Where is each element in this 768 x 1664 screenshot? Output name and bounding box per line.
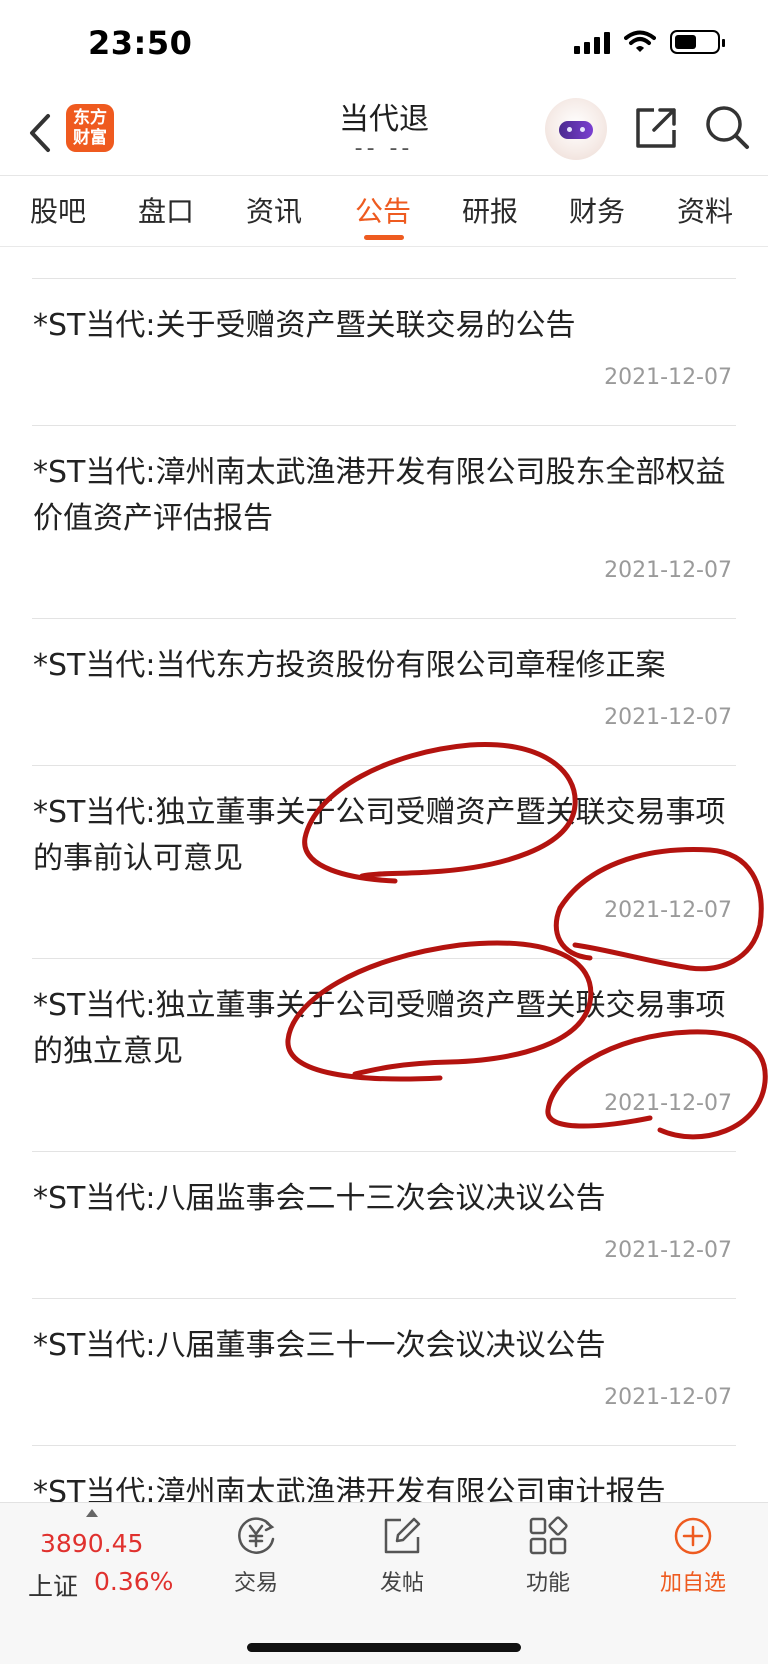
announcement-item[interactable]: *ST当代:独立董事关于公司受赠资产暨关联交易事项的独立意见 2021-12-0… [0,959,768,1151]
announcement-title: *ST当代:独立董事关于公司受赠资产暨关联交易事项的独立意见 [33,988,726,1069]
wifi-icon [624,30,656,52]
tab-guba[interactable]: 股吧 [30,190,86,230]
stock-title-block: 当代退 -- -- [234,90,534,161]
announcement-date: 2021-12-07 [604,365,732,390]
announcement-title: *ST当代:八届董事会三十一次会议决议公告 [33,1328,606,1363]
announcement-date: 2021-12-07 [604,705,732,730]
logo-text-line1: 东方 [73,108,107,128]
announcement-item[interactable]: *ST当代:漳州南太武渔港开发有限公司股东全部权益价值资产评估报告 2021-1… [0,426,768,618]
tab-finance[interactable]: 财务 [569,190,625,230]
announcement-date: 2021-12-07 [604,558,732,583]
expand-up-icon[interactable] [86,1509,98,1517]
tab-bar: 股吧 盘口 资讯 公告 研报 财务 资料 [0,176,768,247]
trade-label: 交易 [233,1571,278,1596]
functions-label: 功能 [525,1571,570,1596]
status-time: 23:50 [88,24,193,62]
announcement-title: *ST当代:八届监事会二十三次会议决议公告 [33,1181,606,1216]
tab-research[interactable]: 研报 [462,190,518,230]
active-tab-indicator [364,235,404,240]
ai-robot-avatar-icon[interactable] [545,98,607,160]
announcement-title: *ST当代:漳州南太武渔港开发有限公司股东全部权益价值资产评估报告 [33,455,726,536]
announcement-date: 2021-12-07 [604,1091,732,1116]
partial-item-date: 2021-12-07 [604,246,732,249]
tab-profile[interactable]: 资料 [677,190,733,230]
functions-button[interactable]: 功能 [498,1513,598,1597]
battery-icon [670,30,725,54]
search-icon[interactable] [702,102,752,152]
share-icon[interactable] [632,104,680,152]
status-icons [574,30,725,54]
bottom-toolbar: 3890.45 上证 0.36% 交易 发帖 功能 加自选 [0,1502,768,1664]
index-value: 3890.45 [40,1529,144,1558]
tab-pankou[interactable]: 盘口 [138,190,194,230]
home-indicator [247,1643,521,1652]
status-bar: 23:50 [0,0,768,90]
announcement-item[interactable]: *ST当代:独立董事关于公司受赠资产暨关联交易事项的事前认可意见 2021-12… [0,766,768,958]
logo-text-line2: 财富 [73,128,107,148]
announcement-title: *ST当代:当代东方投资股份有限公司章程修正案 [33,648,666,683]
add-watchlist-button[interactable]: 加自选 [643,1513,743,1597]
announcement-date: 2021-12-07 [604,1385,732,1410]
announcement-item[interactable]: *ST当代:关于受赠资产暨关联交易的公告 2021-12-07 [0,279,768,425]
app-logo[interactable]: 东方 财富 [66,104,114,152]
announcement-item[interactable]: *ST当代:八届董事会三十一次会议决议公告 2021-12-07 [0,1299,768,1445]
page-title: 当代退 [339,102,429,137]
post-button[interactable]: 发帖 [352,1513,452,1597]
cellular-signal-icon [574,30,610,54]
edit-post-icon [384,1517,421,1554]
tab-announcements[interactable]: 公告 [355,190,411,230]
announcement-item[interactable]: *ST当代:八届监事会二十三次会议决议公告 2021-12-07 [0,1152,768,1298]
trade-button[interactable]: 交易 [206,1513,306,1597]
announcement-date: 2021-12-07 [604,1238,732,1263]
index-change: 0.36% [94,1567,174,1596]
announcement-title: *ST当代:漳州南太武渔港开发有限公司审计报告 [33,1475,666,1502]
top-nav-bar: 东方 财富 当代退 -- -- [0,90,768,176]
yen-trade-icon [238,1517,275,1554]
index-name: 上证 [28,1572,79,1601]
announcement-list: 2021-12-07 *ST当代:关于受赠资产暨关联交易的公告 2021-12-… [0,246,768,1502]
announcement-item[interactable]: *ST当代:漳州南太武渔港开发有限公司审计报告 [0,1446,768,1502]
back-arrow-icon[interactable] [22,110,62,156]
announcement-title: *ST当代:关于受赠资产暨关联交易的公告 [33,308,576,343]
add-watchlist-label: 加自选 [659,1571,726,1596]
price-subtitle: -- -- [354,136,414,161]
post-label: 发帖 [379,1571,424,1596]
grid-function-icon [529,1516,568,1555]
announcement-title: *ST当代:独立董事关于公司受赠资产暨关联交易事项的事前认可意见 [33,795,726,876]
announcement-item[interactable]: *ST当代:当代东方投资股份有限公司章程修正案 2021-12-07 [0,619,768,765]
announcement-date: 2021-12-07 [604,898,732,923]
tab-news[interactable]: 资讯 [246,190,302,230]
plus-circle-icon [674,1517,712,1555]
